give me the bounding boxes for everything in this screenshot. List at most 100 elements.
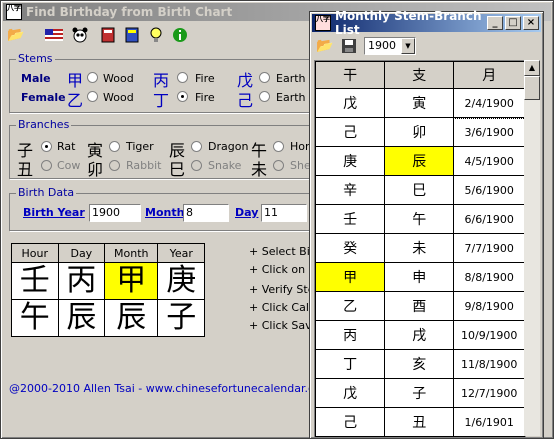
footer-copyright[interactable]: @2000-2010 Allen Tsai - www.chinesefortu…	[9, 382, 309, 395]
monthly-row[interactable]: 癸未 7/7/1900	[315, 233, 525, 263]
monthly-row[interactable]: 戊寅 2/4/1900	[315, 87, 525, 119]
month-stem-cell[interactable]: 甲	[104, 262, 159, 300]
date-cell[interactable]: 3/6/1900	[453, 117, 525, 147]
book2-icon[interactable]	[121, 25, 143, 45]
year-select[interactable]: 1900 ▼	[364, 37, 416, 55]
close-button[interactable]: ×	[523, 16, 539, 30]
stem-jia-label[interactable]: Wood	[103, 72, 134, 85]
branch-chen-radio[interactable]	[191, 141, 202, 152]
branch-cell[interactable]: 丑	[384, 407, 455, 437]
stem-cell[interactable]: 己	[315, 407, 386, 437]
stem-cell[interactable]: 丙	[315, 320, 386, 350]
stem-cell[interactable]: 戊	[315, 378, 386, 408]
monthly-row[interactable]: 戊子 12/7/1900	[315, 378, 525, 408]
month-link[interactable]: Month	[145, 206, 184, 219]
scroll-thumb[interactable]	[524, 76, 540, 100]
list-open-icon[interactable]: 📂	[314, 36, 336, 56]
monthly-row[interactable]: 丙戌 10/9/1900	[315, 320, 525, 350]
hour-stem-cell[interactable]: 壬	[11, 262, 59, 300]
stem-cell[interactable]: 丁	[315, 349, 386, 379]
day-branch-cell[interactable]: 辰	[57, 299, 106, 337]
monthly-row[interactable]: 辛巳 5/6/1900	[315, 175, 525, 205]
birth-year-link[interactable]: Birth Year	[23, 206, 85, 219]
chevron-down-icon[interactable]: ▼	[401, 38, 415, 54]
branch-mao-radio[interactable]	[109, 160, 120, 171]
stem-cell[interactable]: 戊	[315, 88, 386, 118]
scroll-up-button[interactable]: ▲	[524, 60, 540, 76]
monthly-row[interactable]: 己卯 3/6/1900	[315, 117, 525, 147]
date-cell[interactable]: 1/6/1901	[453, 407, 525, 437]
stem-cell[interactable]: 壬	[315, 204, 386, 234]
column-branch-header[interactable]: 支	[384, 61, 455, 89]
month-input[interactable]: 8	[183, 204, 229, 222]
stem-cell[interactable]: 己	[315, 117, 386, 147]
branch-yin-radio[interactable]	[109, 141, 120, 152]
branch-yin-label[interactable]: Tiger	[126, 140, 154, 153]
branch-cell[interactable]: 辰	[384, 146, 455, 176]
stem-cell[interactable]: 甲	[315, 262, 386, 292]
list-titlebar[interactable]: 八字 Monthly Stem-Branch List _ □ ×	[312, 9, 541, 37]
lightbulb-icon[interactable]	[145, 25, 167, 45]
monthly-row[interactable]: 己丑 1/6/1901	[315, 407, 525, 437]
branch-chou-radio[interactable]	[41, 160, 52, 171]
branch-cell[interactable]: 巳	[384, 175, 455, 205]
day-stem-cell[interactable]: 丙	[57, 262, 106, 300]
stem-wu-radio[interactable]	[259, 72, 270, 83]
branch-cell[interactable]: 未	[384, 233, 455, 263]
info-icon[interactable]	[169, 25, 191, 45]
stem-cell[interactable]: 乙	[315, 291, 386, 321]
branch-cell[interactable]: 酉	[384, 291, 455, 321]
branch-cell[interactable]: 寅	[384, 88, 455, 118]
branch-cell[interactable]: 亥	[384, 349, 455, 379]
branch-si-label[interactable]: Snake	[208, 159, 241, 172]
stem-ding-label[interactable]: Fire	[195, 91, 215, 104]
stem-yi-label[interactable]: Wood	[103, 91, 134, 104]
month-branch-cell[interactable]: 辰	[104, 299, 159, 337]
column-month-header[interactable]: 月	[453, 61, 525, 89]
monthly-row[interactable]: 甲申 8/8/1900	[315, 262, 525, 292]
date-cell[interactable]: 9/8/1900	[453, 291, 525, 321]
stem-cell[interactable]: 庚	[315, 146, 386, 176]
date-cell[interactable]: 5/6/1900	[453, 175, 525, 205]
date-cell[interactable]: 4/5/1900	[453, 146, 525, 176]
maximize-button[interactable]: □	[505, 16, 521, 30]
day-input[interactable]: 11	[261, 204, 307, 222]
open-icon[interactable]: 📂	[5, 25, 27, 45]
year-stem-cell[interactable]: 庚	[157, 262, 205, 300]
minimize-button[interactable]: _	[487, 16, 503, 30]
stem-jia-radio[interactable]	[87, 72, 98, 83]
date-cell[interactable]: 11/8/1900	[453, 349, 525, 379]
stem-cell[interactable]: 辛	[315, 175, 386, 205]
date-cell[interactable]: 6/6/1900	[453, 204, 525, 234]
list-save-icon[interactable]	[338, 36, 360, 56]
date-cell[interactable]: 7/7/1900	[453, 233, 525, 263]
stem-cell[interactable]: 癸	[315, 233, 386, 263]
monthly-row[interactable]: 丁亥 11/8/1900	[315, 349, 525, 379]
branch-cell[interactable]: 戌	[384, 320, 455, 350]
branch-wei-radio[interactable]	[273, 160, 284, 171]
book-icon[interactable]	[97, 25, 119, 45]
vertical-scrollbar[interactable]: ▲	[524, 60, 540, 436]
date-cell[interactable]: 10/9/1900	[453, 320, 525, 350]
stem-bing-radio[interactable]	[177, 72, 188, 83]
branch-si-radio[interactable]	[191, 160, 202, 171]
branch-wu-label[interactable]: Hor	[290, 140, 310, 153]
day-link[interactable]: Day	[235, 206, 258, 219]
branch-chen-label[interactable]: Dragon	[208, 140, 248, 153]
branch-cell[interactable]: 卯	[384, 117, 455, 147]
date-cell[interactable]: 2/4/1900	[452, 87, 525, 119]
stem-ji-label[interactable]: Earth	[276, 91, 306, 104]
branch-chou-label[interactable]: Cow	[57, 159, 80, 172]
us-flag-icon[interactable]	[43, 25, 65, 45]
stem-ding-radio[interactable]	[177, 91, 188, 102]
stem-ji-radio[interactable]	[259, 91, 270, 102]
stem-bing-label[interactable]: Fire	[195, 72, 215, 85]
branch-wu-radio[interactable]	[273, 141, 284, 152]
date-cell[interactable]: 8/8/1900	[453, 262, 525, 292]
monthly-row[interactable]: 壬午 6/6/1900	[315, 204, 525, 234]
year-branch-cell[interactable]: 子	[157, 299, 205, 337]
date-cell[interactable]: 12/7/1900	[453, 378, 525, 408]
branch-cell[interactable]: 午	[384, 204, 455, 234]
monthly-row[interactable]: 庚辰 4/5/1900	[315, 146, 525, 176]
branch-cell[interactable]: 申	[384, 262, 455, 292]
